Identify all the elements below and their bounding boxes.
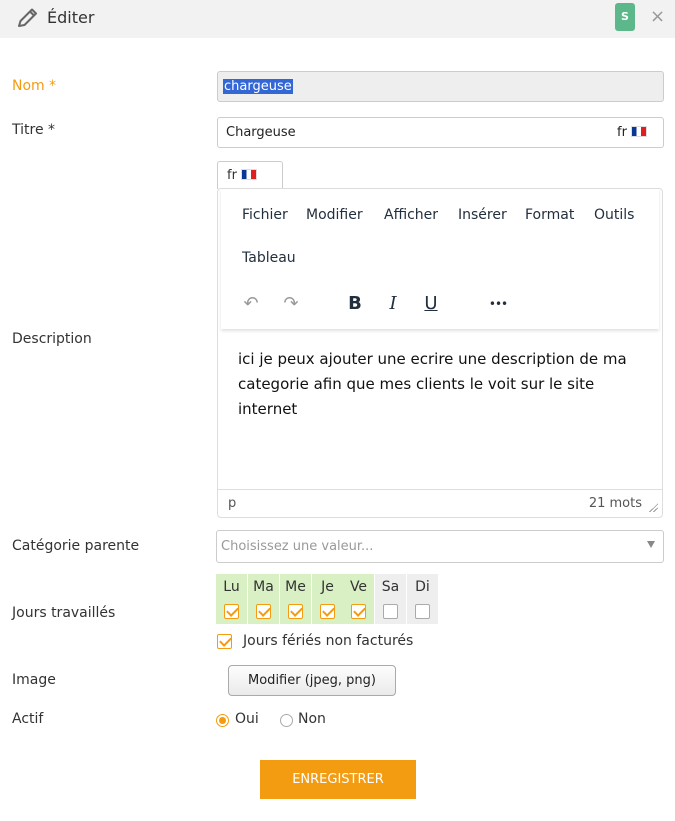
actif-oui-radio[interactable] [216, 714, 229, 727]
titre-value: Chargeuse [226, 125, 296, 140]
categorie-select[interactable]: Choisissez une valeur... [216, 530, 664, 563]
day-di: Di [407, 574, 438, 624]
dropdown-arrow-icon [647, 541, 655, 548]
titre-lang[interactable]: fr [617, 125, 647, 140]
french-flag-icon [630, 126, 647, 137]
holidays-checkbox[interactable] [217, 634, 232, 649]
tab-lang-fr[interactable]: fr [217, 161, 283, 189]
day-checkbox[interactable] [351, 604, 366, 619]
menu-tableau[interactable]: Tableau [242, 250, 296, 266]
actif-label: Actif [12, 711, 44, 727]
rich-text-editor: Fichier Modifier Afficher Insérer Format… [217, 188, 663, 518]
dialog-header: Éditer S × [0, 0, 675, 38]
jours-label: Jours travaillés [12, 605, 116, 621]
bold-icon[interactable]: B [342, 291, 368, 317]
actif-oui-label: Oui [235, 711, 259, 727]
day-lu: Lu [216, 574, 247, 624]
editor-statusbar: p 21 mots [218, 489, 662, 517]
nom-value: chargeuse [223, 79, 293, 94]
holidays-label: Jours fériés non facturés [243, 633, 414, 649]
day-checkbox[interactable] [383, 604, 398, 619]
nom-label: Nom * [12, 78, 57, 94]
categorie-placeholder: Choisissez une valeur... [221, 539, 374, 554]
italic-icon[interactable]: I [380, 291, 406, 317]
save-button[interactable]: ENREGISTRER [260, 760, 416, 799]
menu-afficher[interactable]: Afficher [384, 207, 438, 223]
close-icon[interactable]: × [650, 7, 665, 27]
day-checkbox[interactable] [320, 604, 335, 619]
more-icon[interactable]: ••• [481, 291, 515, 317]
day-checkbox[interactable] [256, 604, 271, 619]
titre-label: Titre * [12, 122, 56, 138]
menu-format[interactable]: Format [525, 207, 574, 223]
user-badge[interactable]: S [615, 3, 635, 31]
underline-icon[interactable]: U [418, 291, 444, 317]
menu-inserer[interactable]: Insérer [458, 207, 507, 223]
redo-icon[interactable]: ↷ [278, 291, 304, 317]
titre-input[interactable]: Chargeuse fr [217, 117, 664, 148]
day-me: Me [280, 574, 311, 624]
undo-icon[interactable]: ↶ [238, 291, 264, 317]
editor-toolbar: Fichier Modifier Afficher Insérer Format… [221, 189, 659, 329]
day-checkbox[interactable] [224, 604, 239, 619]
menu-outils[interactable]: Outils [594, 207, 634, 223]
word-count: 21 mots [588, 496, 642, 511]
dialog-title: Éditer [47, 8, 95, 27]
actif-non-radio[interactable] [280, 714, 293, 727]
day-checkbox[interactable] [415, 604, 430, 619]
image-label: Image [12, 672, 56, 688]
description-label: Description [12, 331, 92, 347]
element-path[interactable]: p [228, 496, 236, 511]
pencil-icon [18, 8, 37, 27]
actif-non-label: Non [298, 711, 326, 727]
nom-input[interactable]: chargeuse [217, 71, 664, 102]
menu-fichier[interactable]: Fichier [242, 207, 288, 223]
day-je: Je [312, 574, 343, 624]
day-ma: Ma [248, 574, 279, 624]
day-ve: Ve [343, 574, 374, 624]
menu-modifier[interactable]: Modifier [306, 207, 363, 223]
image-upload-button[interactable]: Modifier (jpeg, png) [228, 665, 396, 696]
categorie-label: Catégorie parente [12, 538, 140, 554]
day-checkbox[interactable] [288, 604, 303, 619]
editor-content[interactable]: ici je peux ajouter une ecrire une descr… [238, 347, 648, 422]
french-flag-icon [240, 169, 257, 180]
resize-handle-icon[interactable] [648, 502, 658, 512]
day-sa: Sa [375, 574, 406, 624]
